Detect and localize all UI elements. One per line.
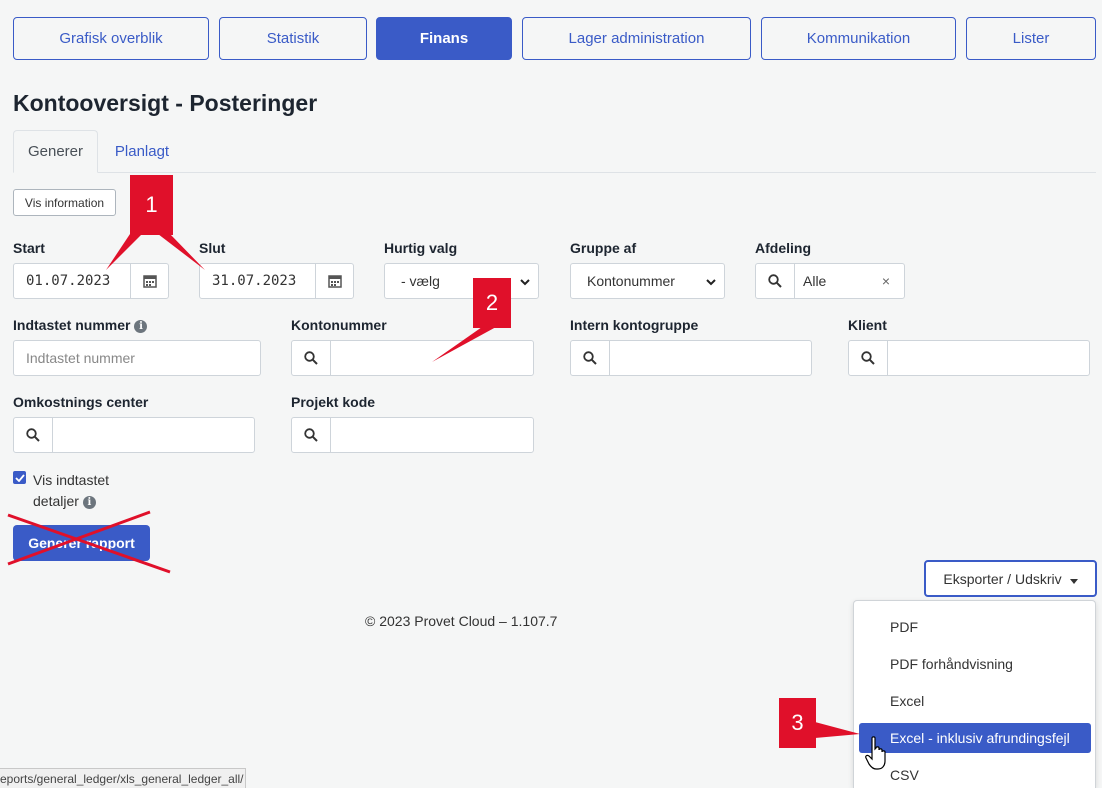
project-code-search[interactable] bbox=[291, 417, 534, 453]
end-date-field[interactable]: 31.07.2023 bbox=[199, 263, 354, 299]
search-icon bbox=[292, 341, 331, 375]
account-number-label: Kontonummer bbox=[291, 317, 387, 333]
show-details-label: Vis indtastet detaljer i bbox=[33, 472, 110, 509]
end-label: Slut bbox=[199, 240, 226, 256]
menu-item-pdf[interactable]: PDF bbox=[859, 612, 1091, 642]
info-icon[interactable]: i bbox=[134, 319, 148, 333]
report-tabs: Generer Planlagt bbox=[13, 130, 1096, 173]
calendar-icon[interactable] bbox=[130, 264, 168, 298]
quick-select-value: - vælg bbox=[401, 273, 440, 289]
start-label: Start bbox=[13, 240, 45, 256]
cost-center-input[interactable] bbox=[53, 418, 254, 452]
client-search[interactable] bbox=[848, 340, 1090, 376]
department-label: Afdeling bbox=[755, 240, 811, 256]
project-code-input[interactable] bbox=[331, 418, 533, 452]
calendar-icon[interactable] bbox=[315, 264, 353, 298]
department-value: Alle bbox=[803, 273, 827, 289]
status-bar-url: eports/general_ledger/xls_general_ledger… bbox=[0, 768, 246, 788]
internal-group-input[interactable] bbox=[610, 341, 811, 375]
annotation-1: 1 bbox=[130, 175, 173, 235]
cost-center-label: Omkostnings center bbox=[13, 394, 149, 410]
menu-item-excel[interactable]: Excel bbox=[859, 686, 1091, 716]
start-date-value[interactable]: 01.07.2023 bbox=[14, 273, 130, 289]
export-menu: PDF PDF forhåndvisning Excel Excel - ink… bbox=[853, 600, 1096, 788]
chevron-down-icon bbox=[520, 273, 530, 289]
cost-center-search[interactable] bbox=[13, 417, 255, 453]
footer-copyright: © 2023 Provet Cloud – 1.107.7 bbox=[365, 613, 558, 629]
group-by-value: Kontonummer bbox=[587, 273, 675, 289]
entered-number-label: Indtastet nummer i bbox=[13, 317, 148, 333]
search-icon bbox=[756, 264, 795, 298]
department-select[interactable]: Alle × bbox=[755, 263, 905, 299]
nav-kommunikation[interactable]: Kommunikation bbox=[761, 17, 956, 60]
end-date-value[interactable]: 31.07.2023 bbox=[200, 273, 315, 289]
search-icon bbox=[292, 418, 331, 452]
menu-item-pdf-preview[interactable]: PDF forhåndvisning bbox=[859, 649, 1091, 679]
client-input[interactable] bbox=[888, 341, 1089, 375]
page-title: Kontooversigt - Posteringer bbox=[13, 90, 318, 116]
client-label: Klient bbox=[848, 317, 887, 333]
nav-finans[interactable]: Finans bbox=[376, 17, 512, 60]
annotation-2: 2 bbox=[473, 278, 511, 328]
quick-select-dropdown[interactable]: - vælg bbox=[384, 263, 539, 299]
caret-down-icon bbox=[1069, 571, 1078, 587]
quick-select-label: Hurtig valg bbox=[384, 240, 458, 256]
top-navigation: Grafisk overblik Statistik Finans Lager … bbox=[0, 17, 1102, 60]
info-icon[interactable]: i bbox=[82, 495, 96, 509]
group-by-dropdown[interactable]: Kontonummer bbox=[570, 263, 725, 299]
project-code-label: Projekt kode bbox=[291, 394, 376, 410]
search-icon bbox=[571, 341, 610, 375]
clear-icon[interactable]: × bbox=[868, 264, 904, 298]
nav-lister[interactable]: Lister bbox=[966, 17, 1096, 60]
nav-grafisk-overblik[interactable]: Grafisk overblik bbox=[13, 17, 209, 60]
start-date-field[interactable]: 01.07.2023 bbox=[13, 263, 169, 299]
export-label: Eksporter / Udskriv bbox=[943, 570, 1062, 587]
tab-generer[interactable]: Generer bbox=[13, 130, 98, 173]
chevron-down-icon bbox=[706, 273, 716, 289]
nav-lager-administration[interactable]: Lager administration bbox=[522, 17, 751, 60]
show-details-checkbox[interactable] bbox=[13, 471, 26, 484]
export-print-button[interactable]: Eksporter / Udskriv bbox=[924, 560, 1097, 597]
tab-planlagt[interactable]: Planlagt bbox=[98, 130, 186, 173]
nav-statistik[interactable]: Statistik bbox=[219, 17, 367, 60]
entered-number-input[interactable]: Indtastet nummer bbox=[13, 340, 261, 376]
internal-group-search[interactable] bbox=[570, 340, 812, 376]
internal-group-label: Intern kontogruppe bbox=[570, 317, 699, 333]
search-icon bbox=[849, 341, 888, 375]
show-information-button[interactable]: Vis information bbox=[13, 189, 116, 216]
account-number-search[interactable] bbox=[291, 340, 534, 376]
annotation-3: 3 bbox=[779, 698, 816, 748]
search-icon bbox=[14, 418, 53, 452]
group-by-label: Gruppe af bbox=[570, 240, 637, 256]
menu-item-csv[interactable]: CSV bbox=[859, 760, 1091, 788]
generate-report-button[interactable]: Generer rapport bbox=[13, 525, 150, 561]
account-number-input[interactable] bbox=[331, 341, 533, 375]
menu-item-excel-rounding[interactable]: Excel - inklusiv afrundingsfejl bbox=[859, 723, 1091, 753]
